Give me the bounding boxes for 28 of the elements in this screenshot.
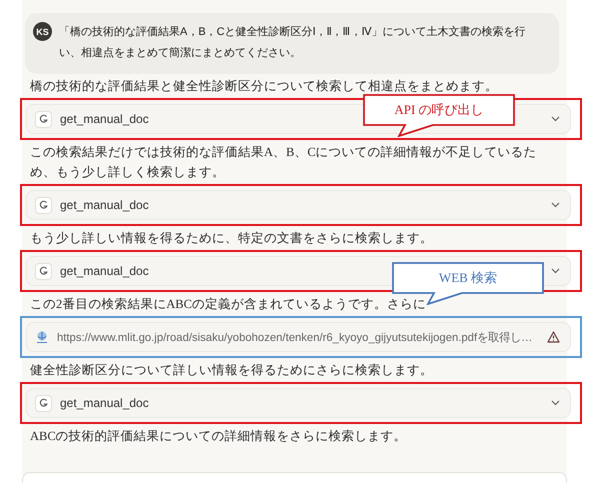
callout-label: API の呼び出し: [393, 101, 485, 119]
chevron-down-icon[interactable]: [551, 400, 560, 406]
user-avatar: KS: [33, 22, 52, 41]
fetch-url: https://www.mlit.go.jp/road/sisaku/yobohozen/tenken/r6_kyoyo_gijyutsutekijogen.pdfを取得し…: [57, 330, 534, 344]
web-fetch-card[interactable]: https://www.mlit.go.jp/road/sisaku/yobohozen/tenken/r6_kyoyo_gijyutsutekijogen.pdfを取得し…: [26, 322, 571, 352]
user-message-text: 「橋の技術的な評価結果A，B，Cと健全性診断区分Ⅰ，Ⅱ，Ⅲ，Ⅳ」について土木文書の検索を行い、相違点をまとめて簡潔にまとめてください。: [59, 24, 527, 61]
warning-icon: [547, 331, 560, 343]
chevron-down-icon[interactable]: [551, 268, 560, 274]
tool-name: get_manual_doc: [60, 112, 149, 126]
tool-icon: [35, 110, 52, 128]
assistant-text: 橋の技術的な評価結果と健全性診断区分について検索して相違点をまとめます。: [30, 78, 499, 95]
tool-icon: [35, 394, 52, 412]
globe-icon: [35, 330, 49, 344]
chevron-down-icon[interactable]: [551, 202, 560, 208]
assistant-text: 健全性診断区分について詳しい情報を得るためにさらに検索します。: [30, 362, 434, 379]
chevron-down-icon[interactable]: [551, 116, 560, 122]
tool-call-card[interactable]: get_manual_doc: [26, 190, 571, 220]
tool-call-card[interactable]: get_manual_doc: [26, 388, 571, 418]
tool-name: get_manual_doc: [60, 396, 149, 410]
tool-icon: [35, 196, 52, 214]
assistant-text: ABCの技術的評価結果についての詳細情報をさらに検索します。: [30, 428, 408, 445]
tool-icon: [35, 262, 52, 280]
callout-label: WEB 検索: [438, 269, 498, 287]
tool-name: get_manual_doc: [60, 198, 149, 212]
assistant-text: もう少し詳しい情報を得るために、特定の文書をさらに検索します。: [30, 230, 434, 247]
assistant-text: この検索結果だけでは技術的な評価結果A、B、Cについての詳細情報が不足しているため、もう少し詳しく検索します。: [30, 144, 538, 181]
tool-name: get_manual_doc: [60, 264, 149, 278]
assistant-text: この2番目の検索結果にABCの定義が含まれているようです。さらに: [30, 296, 427, 313]
